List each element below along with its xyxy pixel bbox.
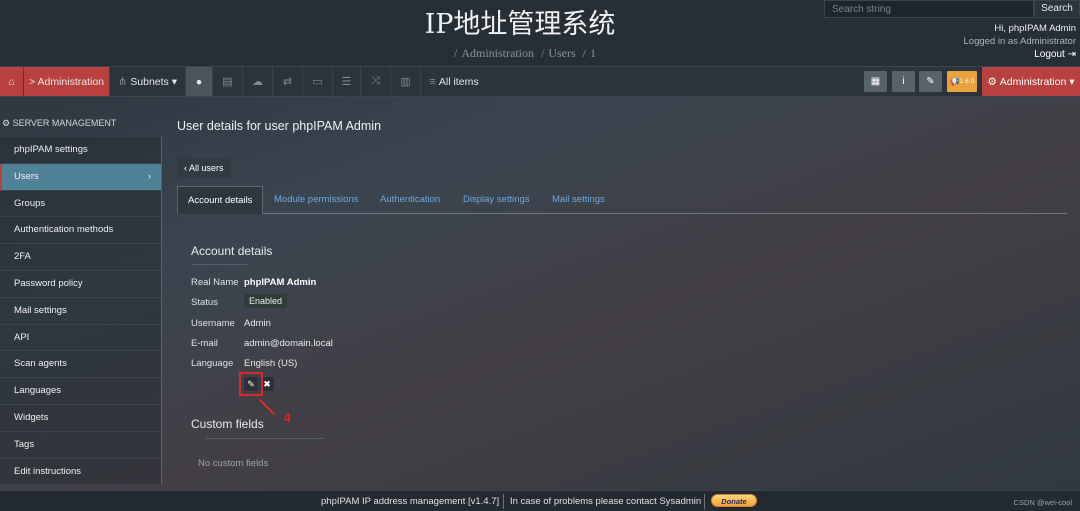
email-value: admin@domain.local xyxy=(244,338,333,349)
nav-locations[interactable]: ▥ xyxy=(391,67,421,96)
nav-routing[interactable]: ⤨ xyxy=(361,67,391,96)
sidebar-item-edit-instructions[interactable]: Edit instructions xyxy=(0,458,161,486)
search-button[interactable]: Search xyxy=(1034,0,1080,18)
user-info: Hi, phpIPAM Admin Logged in as Administr… xyxy=(964,22,1076,61)
nav-vlans[interactable]: ▤ xyxy=(213,67,243,96)
all-users-button[interactable]: ‹ All users xyxy=(177,158,231,178)
nav-users[interactable]: ● xyxy=(186,67,213,96)
sidebar-item-groups[interactable]: Groups xyxy=(0,190,161,218)
chevron-right-icon: › xyxy=(147,170,151,182)
desktop-icon: ▭ xyxy=(312,76,323,88)
user-icon: ● xyxy=(195,75,203,88)
list-icon: ≡ xyxy=(429,75,439,88)
exchange-icon: ⇄ xyxy=(282,76,293,88)
email-label: E-mail xyxy=(191,338,218,349)
tab-authentication[interactable]: Authentication xyxy=(380,186,440,214)
divider xyxy=(704,494,705,509)
wrench-icon: ✎ xyxy=(926,76,935,87)
sidebar-item-users[interactable]: Users › xyxy=(0,163,161,191)
sidebar-item-api[interactable]: API xyxy=(0,324,161,352)
status-badge: Enabled xyxy=(244,294,288,308)
tab-display-settings[interactable]: Display settings xyxy=(463,186,530,214)
breadcrumb-users[interactable]: Users xyxy=(548,46,575,60)
search-input[interactable]: Search string xyxy=(824,0,1034,18)
tools-button[interactable]: ✎ xyxy=(919,71,942,92)
cogs-icon: ⚙ xyxy=(2,118,13,128)
gear-icon: ⚙ xyxy=(987,75,1000,88)
home-icon: ⌂ xyxy=(8,75,15,88)
sidebar-item-widgets[interactable]: Widgets xyxy=(0,404,161,432)
table-icon: ▤ xyxy=(222,76,233,88)
info-button[interactable]: i xyxy=(892,71,915,92)
username-value: Admin xyxy=(244,318,271,329)
logout-link[interactable]: Logout ⇥ xyxy=(964,48,1076,61)
home-button[interactable]: ⌂ xyxy=(0,67,24,96)
nav-administration[interactable]: > Administration xyxy=(24,67,110,96)
watermark: CSDN @wei-cool xyxy=(1013,498,1072,507)
sidebar-item-languages[interactable]: Languages xyxy=(0,378,161,405)
nav-nat[interactable]: ⇄ xyxy=(273,67,303,96)
footer: phpIPAM IP address management [v1.4.7] I… xyxy=(0,490,1080,511)
close-icon: ✖ xyxy=(263,379,271,389)
annotation-number: 4 xyxy=(284,411,291,425)
no-custom-fields-text: No custom fields xyxy=(198,458,269,469)
sidebar-item-password-policy[interactable]: Password policy xyxy=(0,270,161,298)
breadcrumb-administration[interactable]: Administration xyxy=(461,46,534,60)
navbar: ⌂ > Administration ⋔ Subnets ▾ ● ▤ ☁ ⇄ ▭… xyxy=(0,66,1080,97)
user-greeting: Hi, phpIPAM Admin xyxy=(994,23,1076,34)
account-details-heading: Account details xyxy=(191,244,273,258)
subnets-dropdown[interactable]: ⋔ Subnets ▾ xyxy=(110,67,186,96)
custom-fields-heading: Custom fields xyxy=(191,417,264,431)
dashboard-button[interactable]: ▦ xyxy=(864,71,887,92)
nav-racks[interactable]: ☰ xyxy=(333,67,361,96)
header: IP地址管理系统 / Administration / Users /1 Searc… xyxy=(0,0,1080,66)
requests-button[interactable]: 📢 1 6 0 xyxy=(947,71,977,92)
sitemap-icon: ⋔ xyxy=(117,76,131,88)
map-icon: ▥ xyxy=(400,76,411,88)
sidebar-item-mail-settings[interactable]: Mail settings xyxy=(0,297,161,325)
list-icon: ☰ xyxy=(341,76,352,88)
sidebar: ⚙ SERVER MANAGEMENT phpIPAM settings Use… xyxy=(0,110,162,490)
nav-all-items[interactable]: ≡ All items xyxy=(421,67,487,96)
status-label: Status xyxy=(191,297,218,308)
divider xyxy=(503,494,504,509)
sidebar-item-scan-agents[interactable]: Scan agents xyxy=(0,351,161,379)
language-value: English (US) xyxy=(244,358,298,369)
real-name-label: Real Name xyxy=(191,277,239,288)
nav-devices[interactable]: ▭ xyxy=(303,67,333,96)
main-content: User details for user phpIPAM Admin ‹ Al… xyxy=(177,110,1067,469)
breadcrumb: / Administration / Users /1 xyxy=(453,46,597,60)
language-label: Language xyxy=(191,358,234,369)
admin-dropdown[interactable]: ⚙ Administration ▾ xyxy=(982,67,1080,96)
donate-button[interactable]: Donate xyxy=(711,494,757,507)
sidebar-item-authentication-methods[interactable]: Authentication methods xyxy=(0,217,161,245)
breadcrumb-user-id: 1 xyxy=(590,46,597,60)
tab-module-permissions[interactable]: Module permissions xyxy=(274,186,358,214)
sidebar-item-phpipam-settings[interactable]: phpIPAM settings xyxy=(0,137,161,164)
random-icon: ⤨ xyxy=(371,75,380,87)
cloud-icon: ☁ xyxy=(252,76,263,88)
divider xyxy=(191,264,247,265)
sign-out-icon: ⇥ xyxy=(1067,49,1076,60)
username-label: Username xyxy=(191,318,235,329)
sidebar-title: ⚙ SERVER MANAGEMENT xyxy=(2,118,117,128)
page-title: User details for user phpIPAM Admin xyxy=(177,119,382,133)
version-text: phpIPAM IP address management [v1.4.7] xyxy=(321,496,500,507)
annotation-arrow xyxy=(259,399,275,415)
sidebar-item-2fa[interactable]: 2FA xyxy=(0,244,161,271)
nav-cloud[interactable]: ☁ xyxy=(243,67,273,96)
bullhorn-icon: 📢 xyxy=(949,77,960,86)
real-name-value: phpIPAM Admin xyxy=(244,277,317,288)
grid-icon: ▦ xyxy=(870,76,881,87)
sidebar-item-tags[interactable]: Tags xyxy=(0,431,161,459)
tab-mail-settings[interactable]: Mail settings xyxy=(552,186,605,214)
tabs: Account details Module permissions Authe… xyxy=(177,186,1067,214)
user-role: Logged in as Administrator xyxy=(963,36,1076,47)
info-icon: i xyxy=(902,76,905,87)
contact-text[interactable]: In case of problems please contact Sysad… xyxy=(510,496,701,507)
annotation-highlight-box xyxy=(239,372,263,396)
tab-account-details[interactable]: Account details xyxy=(177,186,264,214)
divider xyxy=(206,438,324,439)
